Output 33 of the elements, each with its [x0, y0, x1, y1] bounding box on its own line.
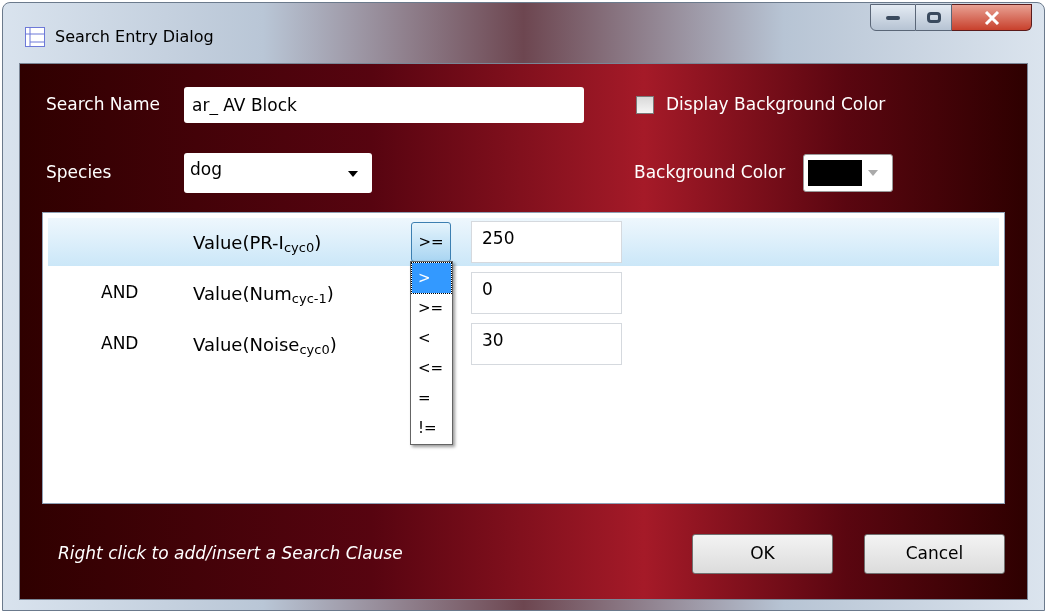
clause-label: Value(PR-I$_{cyc0}$): [193, 230, 323, 256]
operator-dropdown[interactable]: >=: [411, 222, 451, 262]
cancel-button[interactable]: Cancel: [864, 534, 1005, 574]
display-background-checkbox[interactable]: [636, 96, 654, 114]
close-button[interactable]: [952, 4, 1032, 31]
search-name-label: Search Name: [45, 93, 161, 117]
species-label: Species: [45, 161, 113, 185]
minimize-button[interactable]: [870, 4, 916, 31]
value-field[interactable]: 250: [471, 221, 622, 263]
ok-button[interactable]: OK: [692, 534, 833, 574]
clause-label: Value(Num$_{cyc-1}$): [193, 281, 335, 307]
color-swatch: [808, 160, 863, 186]
close-icon: [983, 10, 1000, 25]
background-color-label: Background Color: [634, 161, 786, 185]
color-picker[interactable]: [803, 154, 894, 192]
operator-option[interactable]: !=: [412, 413, 451, 443]
caret-icon: [348, 171, 358, 177]
hint-text: Right click to add/insert a Search Clause: [57, 542, 403, 566]
value-field[interactable]: 0: [471, 272, 622, 314]
value-field[interactable]: 30: [471, 323, 622, 365]
grid-icon: [25, 27, 45, 47]
search-name-field[interactable]: ar_ AV Block: [184, 87, 584, 123]
connector-label: AND: [101, 333, 139, 354]
maximize-button[interactable]: [916, 4, 952, 31]
caret-icon: [868, 170, 879, 176]
species-dropdown[interactable]: dog: [184, 153, 372, 193]
display-background-label: Display Background Color: [666, 93, 886, 117]
window-title: Search Entry Dialog: [55, 26, 214, 48]
operator-option[interactable]: =: [412, 383, 451, 413]
connector-label: AND: [101, 282, 139, 303]
operator-option[interactable]: <: [412, 323, 451, 353]
clause-label: Value(Noise$_{cyc0}$): [193, 332, 338, 358]
clause-row[interactable]: Value(PR-I$_{cyc0}$) >= 250: [48, 218, 999, 266]
